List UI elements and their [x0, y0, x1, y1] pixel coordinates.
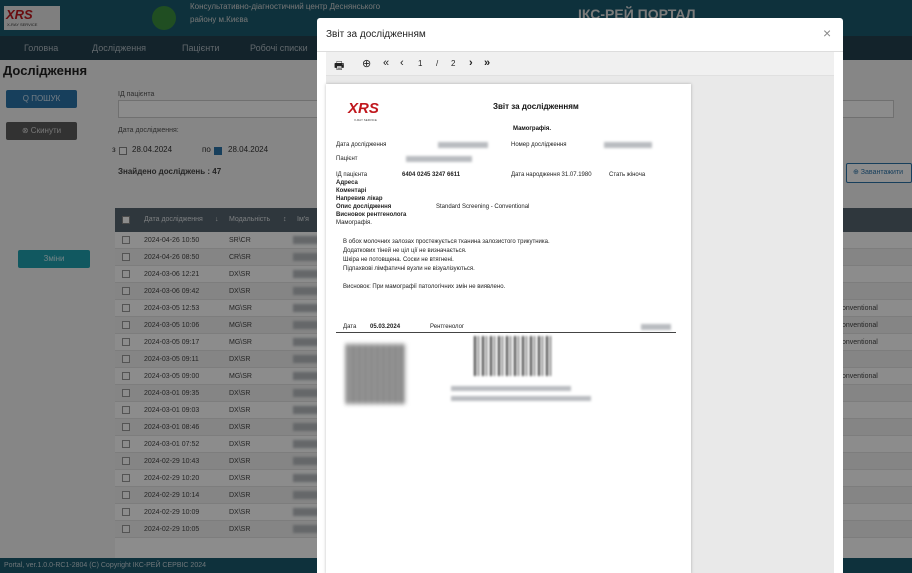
radiologist-redacted: [641, 324, 671, 330]
pid-value: 6404 0245 3247 6611: [402, 172, 461, 178]
report-text-line: Шкіра не потовщена. Соски не втягнені.: [343, 257, 454, 263]
description-value: Standard Screening - Conventional: [436, 204, 530, 210]
sign-date-label: Дата: [343, 324, 357, 330]
pdf-toolbar: 🖶 ⊕ « ‹ 1 / 2 › »: [326, 52, 834, 76]
patient-field-label: Пацієнт: [336, 156, 358, 162]
report-text-line: Додаткових тіней не ціл ції не визначаєт…: [343, 248, 467, 254]
last-page-icon[interactable]: »: [484, 57, 490, 69]
barcode-caption-redacted: [451, 396, 591, 401]
pid-field-label: ІД пацієнта: [336, 172, 368, 178]
report-conclusion: Висновок: При мамографії патологічних зм…: [343, 284, 506, 290]
prev-page-icon[interactable]: ‹: [400, 57, 404, 69]
barcode-caption-redacted: [451, 386, 571, 391]
report-logo: XRS: [348, 100, 379, 117]
study-number-field-label: Номер дослідження: [511, 142, 567, 148]
address-label: Адреса: [336, 180, 358, 186]
modality-text: Мамографія.: [336, 220, 372, 226]
dob-value: Дата народження 31.07.1980: [511, 172, 592, 178]
close-icon[interactable]: ×: [823, 25, 831, 41]
report-subtitle: Мамографія.: [513, 126, 552, 132]
pdf-viewer[interactable]: XRS X-RAY SERVICE Звіт за дослідженням М…: [326, 76, 834, 573]
comments-label: Коментарі: [336, 188, 367, 194]
modal-title: Звіт за дослідженням: [326, 29, 426, 40]
radiologist-label: Рентгенолог: [430, 324, 465, 330]
zoom-in-icon[interactable]: ⊕: [362, 57, 371, 70]
referrer-label: Напревив лікар: [336, 196, 383, 202]
report-title: Звіт за дослідженням: [493, 102, 579, 111]
report-modal: Звіт за дослідженням × 🖶 ⊕ « ‹ 1 / 2 › »…: [317, 18, 843, 573]
sign-date-value: 05.03.2024: [370, 324, 401, 330]
qr-code-image: [346, 344, 406, 404]
first-page-icon[interactable]: «: [383, 57, 389, 69]
report-text-line: Підпахвові лімфатичні вузли не візуалізу…: [343, 266, 475, 272]
barcode-image: [474, 336, 552, 376]
page-separator: /: [436, 59, 439, 68]
next-page-icon[interactable]: ›: [469, 57, 473, 69]
total-pages: 2: [451, 59, 456, 68]
conclusion-label: Висновок рентгенолога: [336, 212, 407, 218]
report-logo-sub: X-RAY SERVICE: [354, 118, 377, 122]
study-date-redacted: [438, 142, 488, 148]
sex-value: Стать жінoча: [609, 172, 646, 178]
report-page: XRS X-RAY SERVICE Звіт за дослідженням М…: [326, 84, 691, 573]
description-label: Опис дослідження: [336, 204, 392, 210]
patient-name-redacted: [406, 156, 472, 162]
study-date-field-label: Дата дослідження: [336, 142, 387, 148]
print-icon[interactable]: 🖶: [334, 57, 344, 76]
signature-rule: [336, 332, 676, 333]
current-page[interactable]: 1: [418, 59, 422, 68]
report-text-line: В обох молочних залозах простежується тк…: [343, 239, 550, 245]
study-number-redacted: [604, 142, 652, 148]
